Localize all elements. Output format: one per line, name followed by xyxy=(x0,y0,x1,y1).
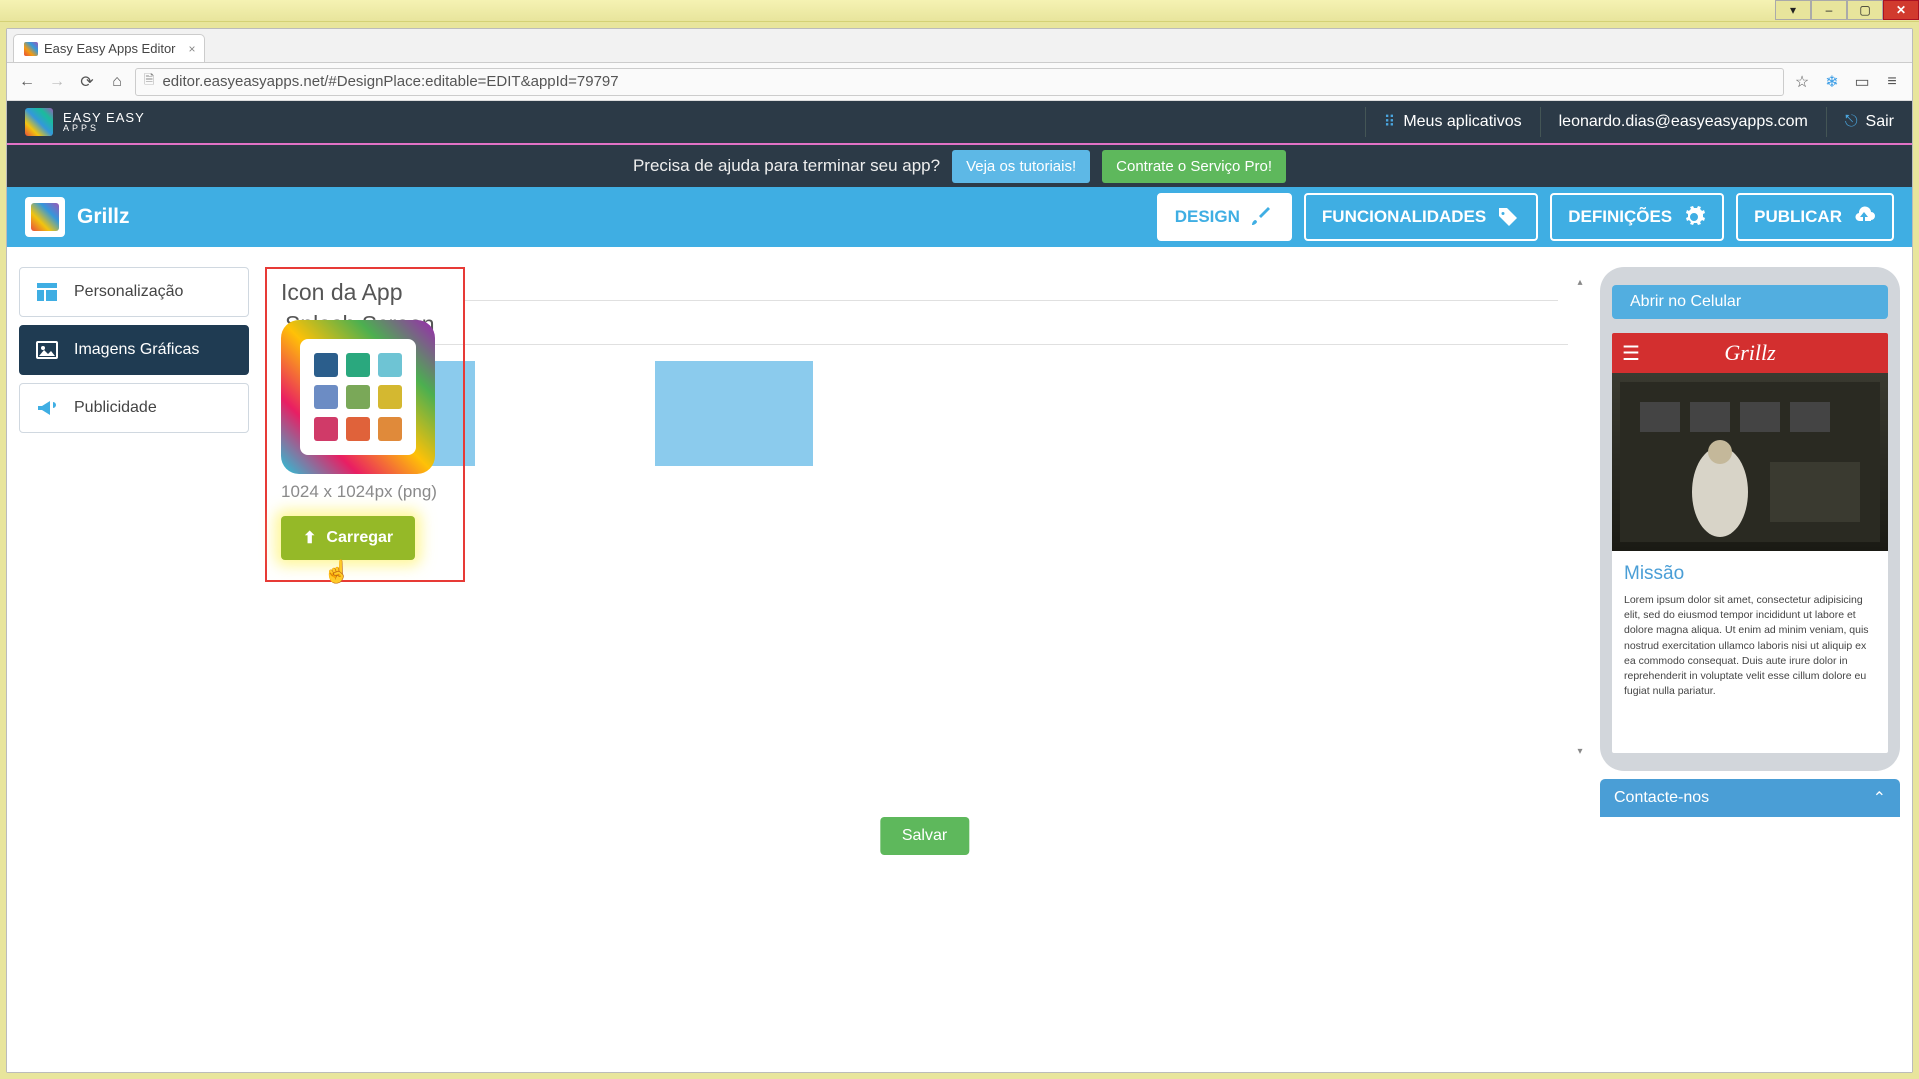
phone-hero-image xyxy=(1612,373,1888,551)
chevron-up-icon: ⌃ xyxy=(1873,788,1886,808)
phone-body-text: Lorem ipsum dolor sit amet, consectetur … xyxy=(1624,593,1876,700)
app-name-label: Grillz xyxy=(77,205,130,229)
contact-us-bar[interactable]: Contacte-nos ⌃ xyxy=(1600,779,1900,817)
user-email[interactable]: leonardo.dias@easyeasyapps.com xyxy=(1559,113,1808,131)
url-input[interactable] xyxy=(162,73,1775,90)
pro-service-button[interactable]: Contrate o Serviço Pro! xyxy=(1102,150,1286,183)
reload-button[interactable]: ⟳ xyxy=(75,70,99,94)
tab-title: Easy Easy Apps Editor xyxy=(44,41,176,56)
sidebar-item-imagens-graficas[interactable]: Imagens Gráficas xyxy=(19,325,249,375)
upload-button[interactable]: ⬆ Carregar xyxy=(281,516,415,560)
logo[interactable]: EASY EASY APPS xyxy=(25,108,145,136)
logo-text: EASY EASY APPS xyxy=(63,111,145,133)
favicon-icon xyxy=(24,42,38,56)
splash-row xyxy=(285,361,1568,466)
scroll-down-icon[interactable]: ▾ xyxy=(1576,746,1584,757)
main-nav-bar: Grillz DESIGN FUNCIONALIDADES DEFINIÇÕES… xyxy=(7,187,1912,247)
open-on-phone-button[interactable]: Abrir no Celular xyxy=(1612,285,1888,319)
phone-preview-panel: Abrir no Celular ☰ Grillz xyxy=(1600,267,1900,857)
scrollbar[interactable]: ▴ ▾ xyxy=(1576,277,1584,757)
app-badge[interactable]: Grillz xyxy=(25,197,130,237)
app-badge-icon xyxy=(25,197,65,237)
home-button[interactable]: ⌂ xyxy=(105,70,129,94)
window-dropdown-button[interactable]: ▾ xyxy=(1775,0,1811,20)
page-content: EASY EASY APPS ⠿ Meus aplicativos leonar… xyxy=(7,101,1912,1072)
tab-definicoes[interactable]: DEFINIÇÕES xyxy=(1550,193,1724,241)
phone-screen: ☰ Grillz xyxy=(1612,333,1888,753)
app-header: EASY EASY APPS ⠿ Meus aplicativos leonar… xyxy=(7,101,1912,145)
gear-icon xyxy=(1682,205,1706,229)
promo-text: Precisa de ajuda para terminar seu app? xyxy=(633,156,940,176)
sidebar-item-label: Personalização xyxy=(74,283,183,301)
megaphone-icon xyxy=(34,395,60,421)
window-maximize-button[interactable]: ▢ xyxy=(1847,0,1883,20)
main-panel: ▴ ▾ Icon da App 1024 x 1024px (png) xyxy=(265,267,1584,857)
tag-icon xyxy=(1496,205,1520,229)
tab-funcionalidades[interactable]: FUNCIONALIDADES xyxy=(1304,193,1538,241)
promo-bar: Precisa de ajuda para terminar seu app? … xyxy=(7,145,1912,187)
phone-topbar: ☰ Grillz xyxy=(1612,333,1888,373)
tab-strip: Easy Easy Apps Editor × xyxy=(7,29,1912,63)
browser-window: Easy Easy Apps Editor × ← → ⟳ ⌂ 🗎 ☆ ❄ ▭ … xyxy=(6,28,1913,1073)
phone-frame: Abrir no Celular ☰ Grillz xyxy=(1600,267,1900,771)
forward-button[interactable]: → xyxy=(45,70,69,94)
layout-icon xyxy=(34,279,60,305)
tutorials-button[interactable]: Veja os tutoriais! xyxy=(952,150,1090,183)
kitchen-image-placeholder xyxy=(1620,382,1880,542)
save-button[interactable]: Salvar xyxy=(880,817,969,855)
sidebar-item-label: Imagens Gráficas xyxy=(74,341,199,359)
logout-link[interactable]: ⎋ Sair xyxy=(1845,113,1894,131)
window-close-button[interactable]: ✕ xyxy=(1883,0,1919,20)
extension-icon[interactable]: ❄ xyxy=(1820,70,1844,94)
app-icon-section: Icon da App 1024 x 1024px (png) ⬆ Carreg… xyxy=(265,267,465,582)
bookmark-star-icon[interactable]: ☆ xyxy=(1790,70,1814,94)
window-minimize-button[interactable]: – xyxy=(1811,0,1847,20)
app-icon-preview xyxy=(281,320,435,474)
phone-app-title: Grillz xyxy=(1724,340,1775,366)
cursor-hand-icon: ☝ xyxy=(323,559,350,585)
brush-icon xyxy=(1250,205,1274,229)
design-sidebar: Personalização Imagens Gráficas Publicid… xyxy=(19,267,249,857)
hamburger-icon[interactable]: ☰ xyxy=(1622,341,1640,366)
sidebar-item-personalizacao[interactable]: Personalização xyxy=(19,267,249,317)
splash-preview-2[interactable] xyxy=(655,361,813,466)
os-title-bar: ▾ – ▢ ✕ xyxy=(0,0,1919,22)
phone-section-heading: Missão xyxy=(1624,563,1876,585)
splash-section-title: Splash Screen xyxy=(285,311,1568,338)
present-icon[interactable]: ▭ xyxy=(1850,70,1874,94)
back-button[interactable]: ← xyxy=(15,70,39,94)
sidebar-item-label: Publicidade xyxy=(74,399,157,417)
scroll-up-icon[interactable]: ▴ xyxy=(1576,277,1584,288)
apps-grid-icon: ⠿ xyxy=(1384,112,1396,132)
browser-tab[interactable]: Easy Easy Apps Editor × xyxy=(13,34,205,62)
icon-section-title: Icon da App xyxy=(281,279,449,306)
image-icon xyxy=(34,337,60,363)
tab-close-button[interactable]: × xyxy=(189,42,196,56)
browser-menu-button[interactable]: ≡ xyxy=(1880,70,1904,94)
page-icon: 🗎 xyxy=(144,71,154,93)
logout-icon: ⎋ xyxy=(1845,113,1858,131)
cloud-upload-icon xyxy=(1852,205,1876,229)
upload-arrow-icon: ⬆ xyxy=(303,528,316,548)
logo-icon xyxy=(25,108,53,136)
sidebar-item-publicidade[interactable]: Publicidade xyxy=(19,383,249,433)
tab-design[interactable]: DESIGN xyxy=(1157,193,1292,241)
my-apps-link[interactable]: ⠿ Meus aplicativos xyxy=(1384,112,1522,132)
url-bar[interactable]: 🗎 xyxy=(135,68,1784,96)
tab-publicar[interactable]: PUBLICAR xyxy=(1736,193,1894,241)
browser-nav-bar: ← → ⟳ ⌂ 🗎 ☆ ❄ ▭ ≡ xyxy=(7,63,1912,101)
icon-dimensions-text: 1024 x 1024px (png) xyxy=(281,482,449,502)
